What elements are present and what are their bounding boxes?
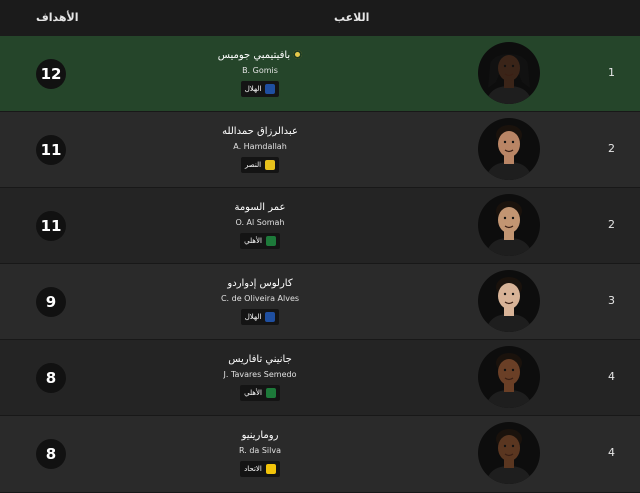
- player-name-english[interactable]: J. Tavares Semedo: [180, 370, 340, 380]
- player-name-arabic-text[interactable]: عبدالرزاق حمدالله: [222, 126, 298, 137]
- club-badge[interactable]: الأهلي: [240, 385, 280, 401]
- player-avatar-icon: [486, 54, 532, 104]
- rank-number: 1: [608, 66, 615, 79]
- table-row[interactable]: 8 جانيني تافاريس J. Tavares Semedo الأهلي 4: [0, 340, 640, 416]
- rank-number: 4: [608, 446, 615, 459]
- table-row[interactable]: 11 عبدالرزاق حمدالله A. Hamdallah النصر 2: [0, 112, 640, 188]
- player-name-english[interactable]: A. Hamdallah: [180, 142, 340, 152]
- ahli-crest-icon: [265, 388, 276, 398]
- ball-icon: [293, 50, 303, 59]
- club-badge[interactable]: الاتحاد: [240, 461, 280, 477]
- player-name-arabic-text[interactable]: بافيتيمبي جوميس: [218, 50, 290, 61]
- rank-number: 3: [608, 294, 615, 307]
- player-avatar-icon: [486, 277, 532, 332]
- table-header: الأهداف اللاعب: [0, 0, 640, 36]
- player-name-arabic[interactable]: عمر السومة: [180, 202, 340, 214]
- club-name: الأهلي: [244, 237, 262, 245]
- player-info: جانيني تافاريس J. Tavares Semedo الأهلي: [180, 354, 340, 401]
- ittihad-crest-icon: [265, 464, 276, 474]
- nassr-crest-icon: [265, 160, 276, 170]
- club-name: الاتحاد: [244, 465, 262, 473]
- table-row[interactable]: 12 بافيتيمبي جوميس B. Gomis الهلال 1: [0, 36, 640, 112]
- hilal-crest-icon: [265, 312, 276, 322]
- ahli-crest-icon: [265, 236, 276, 246]
- goals-badge: 8: [36, 363, 66, 393]
- player-avatar-icon: [486, 353, 532, 408]
- player-name-arabic[interactable]: عبدالرزاق حمدالله: [180, 126, 340, 138]
- player-name-arabic[interactable]: جانيني تافاريس: [180, 354, 340, 366]
- player-photo[interactable]: [478, 42, 540, 104]
- player-name-arabic[interactable]: رومارينيو: [180, 430, 340, 442]
- player-photo[interactable]: [478, 118, 540, 180]
- goals-badge: 8: [36, 439, 66, 469]
- player-name-arabic[interactable]: بافيتيمبي جوميس: [180, 50, 340, 62]
- table-row[interactable]: 9 كارلوس إدواردو C. de Oliveira Alves الهلا…: [0, 264, 640, 340]
- player-info: بافيتيمبي جوميس B. Gomis الهلال: [180, 50, 340, 97]
- club-name: النصر: [244, 161, 262, 169]
- player-name-english[interactable]: O. Al Somah: [180, 218, 340, 228]
- player-name-arabic-text[interactable]: جانيني تافاريس: [228, 354, 292, 365]
- player-photo[interactable]: [478, 346, 540, 408]
- table-row[interactable]: 11 عمر السومة O. Al Somah الأهلي 2: [0, 188, 640, 264]
- player-name-english[interactable]: R. da Silva: [180, 446, 340, 456]
- club-badge[interactable]: الهلال: [240, 81, 280, 97]
- club-badge[interactable]: النصر: [240, 157, 280, 173]
- player-name-arabic[interactable]: كارلوس إدواردو: [180, 278, 340, 290]
- goals-badge: 11: [36, 211, 66, 241]
- player-photo[interactable]: [478, 270, 540, 332]
- player-name-english[interactable]: B. Gomis: [180, 66, 340, 76]
- player-column-header: اللاعب: [334, 11, 370, 24]
- club-name: الهلال: [244, 85, 262, 93]
- player-name-arabic-text[interactable]: عمر السومة: [234, 202, 285, 213]
- rank-number: 2: [608, 142, 615, 155]
- rank-number: 4: [608, 370, 615, 383]
- player-name-english[interactable]: C. de Oliveira Alves: [180, 294, 340, 304]
- player-name-arabic-text[interactable]: رومارينيو: [242, 430, 279, 441]
- table-row[interactable]: 8 رومارينيو R. da Silva الاتحاد 4: [0, 416, 640, 493]
- club-name: الهلال: [244, 313, 262, 321]
- rank-number: 2: [608, 218, 615, 231]
- player-info: كارلوس إدواردو C. de Oliveira Alves الهلال: [180, 278, 340, 325]
- club-badge[interactable]: الهلال: [240, 309, 280, 325]
- hilal-crest-icon: [265, 84, 276, 94]
- player-name-arabic-text[interactable]: كارلوس إدواردو: [227, 278, 292, 289]
- club-name: الأهلي: [244, 389, 262, 397]
- player-photo[interactable]: [478, 194, 540, 256]
- goals-badge: 11: [36, 135, 66, 165]
- player-info: رومارينيو R. da Silva الاتحاد: [180, 430, 340, 477]
- club-badge[interactable]: الأهلي: [240, 233, 280, 249]
- goals-badge: 9: [36, 287, 66, 317]
- player-info: عمر السومة O. Al Somah الأهلي: [180, 202, 340, 249]
- player-avatar-icon: [486, 429, 532, 484]
- player-avatar-icon: [486, 201, 532, 256]
- player-avatar-icon: [486, 125, 532, 180]
- player-info: عبدالرزاق حمدالله A. Hamdallah النصر: [180, 126, 340, 173]
- goals-badge: 12: [36, 59, 66, 89]
- player-photo[interactable]: [478, 422, 540, 484]
- goals-column-header: الأهداف: [36, 11, 79, 24]
